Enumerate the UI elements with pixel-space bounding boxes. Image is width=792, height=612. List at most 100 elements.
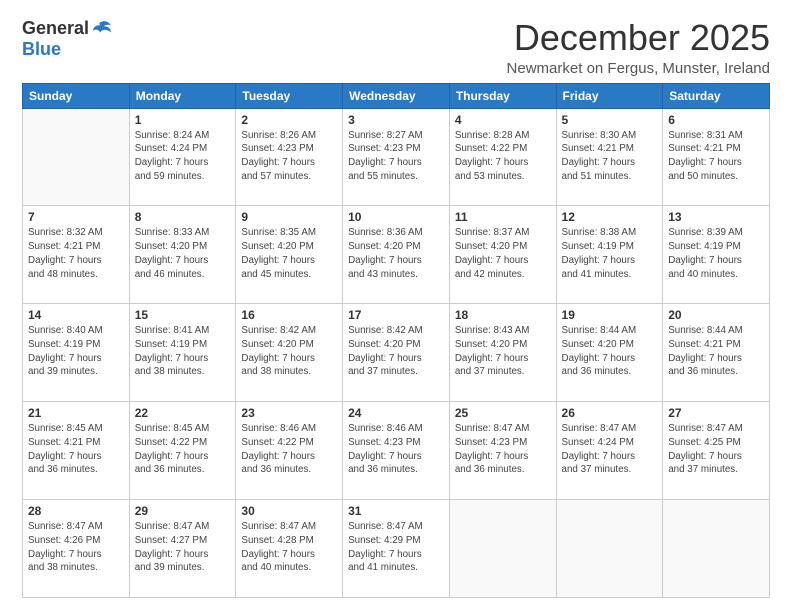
weekday-header-tuesday: Tuesday <box>236 83 343 108</box>
calendar-cell: 10 Sunrise: 8:36 AM Sunset: 4:20 PM Dayli… <box>343 206 450 304</box>
day-info: Sunrise: 8:27 AM Sunset: 4:23 PM Dayligh… <box>348 129 444 184</box>
day-info: Sunrise: 8:36 AM Sunset: 4:20 PM Dayligh… <box>348 226 444 281</box>
day-number: 23 <box>241 406 337 420</box>
weekday-header-friday: Friday <box>556 83 663 108</box>
calendar-week-row: 1 Sunrise: 8:24 AM Sunset: 4:24 PM Daylig… <box>23 108 770 206</box>
day-info: Sunrise: 8:46 AM Sunset: 4:22 PM Dayligh… <box>241 422 337 477</box>
day-number: 4 <box>455 113 551 127</box>
calendar-week-row: 14Sunrise: 8:40 AM Sunset: 4:19 PM Dayli… <box>23 304 770 402</box>
day-info: Sunrise: 8:47 AM Sunset: 4:23 PM Dayligh… <box>455 422 551 477</box>
month-title: December 2025 <box>507 18 770 58</box>
calendar-cell: 29Sunrise: 8:47 AM Sunset: 4:27 PM Dayli… <box>129 500 236 598</box>
day-number: 15 <box>135 308 231 322</box>
calendar-cell <box>23 108 130 206</box>
day-number: 27 <box>668 406 764 420</box>
day-number: 30 <box>241 504 337 518</box>
day-info: Sunrise: 8:28 AM Sunset: 4:22 PM Dayligh… <box>455 129 551 184</box>
day-number: 5 <box>562 113 658 127</box>
day-info: Sunrise: 8:47 AM Sunset: 4:29 PM Dayligh… <box>348 520 444 575</box>
calendar-cell: 4 Sunrise: 8:28 AM Sunset: 4:22 PM Daylig… <box>449 108 556 206</box>
day-number: 1 <box>135 113 231 127</box>
weekday-header-monday: Monday <box>129 83 236 108</box>
calendar-cell: 15 Sunrise: 8:41 AM Sunset: 4:19 PM Dayli… <box>129 304 236 402</box>
weekday-header-saturday: Saturday <box>663 83 770 108</box>
logo-general-text: General <box>22 18 89 39</box>
day-info: Sunrise: 8:37 AM Sunset: 4:20 PM Dayligh… <box>455 226 551 281</box>
calendar-cell: 22 Sunrise: 8:45 AM Sunset: 4:22 PM Dayli… <box>129 402 236 500</box>
calendar-cell: 13 Sunrise: 8:39 AM Sunset: 4:19 PM Dayli… <box>663 206 770 304</box>
day-number: 26 <box>562 406 658 420</box>
day-info: Sunrise: 8:35 AM Sunset: 4:20 PM Dayligh… <box>241 226 337 281</box>
day-info: Sunrise: 8:33 AM Sunset: 4:20 PM Dayligh… <box>135 226 231 281</box>
calendar-cell: 19 Sunrise: 8:44 AM Sunset: 4:20 PM Dayli… <box>556 304 663 402</box>
calendar-cell: 23 Sunrise: 8:46 AM Sunset: 4:22 PM Dayli… <box>236 402 343 500</box>
calendar-cell: 30 Sunrise: 8:47 AM Sunset: 4:28 PM Dayli… <box>236 500 343 598</box>
calendar-cell <box>449 500 556 598</box>
calendar-cell: 9 Sunrise: 8:35 AM Sunset: 4:20 PM Daylig… <box>236 206 343 304</box>
calendar-week-row: 28 Sunrise: 8:47 AM Sunset: 4:26 PM Dayli… <box>23 500 770 598</box>
day-info: Sunrise: 8:24 AM Sunset: 4:24 PM Dayligh… <box>135 129 231 184</box>
calendar-cell: 3 Sunrise: 8:27 AM Sunset: 4:23 PM Daylig… <box>343 108 450 206</box>
weekday-header-wednesday: Wednesday <box>343 83 450 108</box>
day-info: Sunrise: 8:47 AM Sunset: 4:26 PM Dayligh… <box>28 520 124 575</box>
day-number: 21 <box>28 406 124 420</box>
calendar-cell: 27 Sunrise: 8:47 AM Sunset: 4:25 PM Dayli… <box>663 402 770 500</box>
calendar-table: SundayMondayTuesdayWednesdayThursdayFrid… <box>22 83 770 598</box>
day-info: Sunrise: 8:47 AM Sunset: 4:25 PM Dayligh… <box>668 422 764 477</box>
calendar-cell: 24 Sunrise: 8:46 AM Sunset: 4:23 PM Dayli… <box>343 402 450 500</box>
header: General Blue December 2025 Newmarket on … <box>22 18 770 77</box>
day-number: 16 <box>241 308 337 322</box>
calendar-cell: 5 Sunrise: 8:30 AM Sunset: 4:21 PM Daylig… <box>556 108 663 206</box>
day-number: 18 <box>455 308 551 322</box>
day-info: Sunrise: 8:43 AM Sunset: 4:20 PM Dayligh… <box>455 324 551 379</box>
day-info: Sunrise: 8:40 AM Sunset: 4:19 PM Dayligh… <box>28 324 124 379</box>
calendar-week-row: 7Sunrise: 8:32 AM Sunset: 4:21 PM Daylig… <box>23 206 770 304</box>
day-number: 9 <box>241 210 337 224</box>
day-info: Sunrise: 8:45 AM Sunset: 4:21 PM Dayligh… <box>28 422 124 477</box>
weekday-header-thursday: Thursday <box>449 83 556 108</box>
day-info: Sunrise: 8:44 AM Sunset: 4:20 PM Dayligh… <box>562 324 658 379</box>
calendar-cell: 17 Sunrise: 8:42 AM Sunset: 4:20 PM Dayli… <box>343 304 450 402</box>
day-number: 10 <box>348 210 444 224</box>
day-info: Sunrise: 8:46 AM Sunset: 4:23 PM Dayligh… <box>348 422 444 477</box>
day-info: Sunrise: 8:31 AM Sunset: 4:21 PM Dayligh… <box>668 129 764 184</box>
day-info: Sunrise: 8:39 AM Sunset: 4:19 PM Dayligh… <box>668 226 764 281</box>
day-info: Sunrise: 8:30 AM Sunset: 4:21 PM Dayligh… <box>562 129 658 184</box>
day-number: 20 <box>668 308 764 322</box>
weekday-header-sunday: Sunday <box>23 83 130 108</box>
calendar-cell <box>663 500 770 598</box>
day-number: 22 <box>135 406 231 420</box>
calendar-cell: 1 Sunrise: 8:24 AM Sunset: 4:24 PM Daylig… <box>129 108 236 206</box>
calendar-cell: 31 Sunrise: 8:47 AM Sunset: 4:29 PM Dayli… <box>343 500 450 598</box>
day-info: Sunrise: 8:41 AM Sunset: 4:19 PM Dayligh… <box>135 324 231 379</box>
day-number: 29 <box>135 504 231 518</box>
calendar-cell: 26Sunrise: 8:47 AM Sunset: 4:24 PM Dayli… <box>556 402 663 500</box>
day-number: 17 <box>348 308 444 322</box>
day-info: Sunrise: 8:45 AM Sunset: 4:22 PM Dayligh… <box>135 422 231 477</box>
calendar-week-row: 21 Sunrise: 8:45 AM Sunset: 4:21 PM Dayli… <box>23 402 770 500</box>
calendar-cell: 11Sunrise: 8:37 AM Sunset: 4:20 PM Dayli… <box>449 206 556 304</box>
logo: General Blue <box>22 18 113 60</box>
calendar-cell: 16 Sunrise: 8:42 AM Sunset: 4:20 PM Dayli… <box>236 304 343 402</box>
weekday-header-row: SundayMondayTuesdayWednesdayThursdayFrid… <box>23 83 770 108</box>
day-info: Sunrise: 8:42 AM Sunset: 4:20 PM Dayligh… <box>241 324 337 379</box>
day-number: 25 <box>455 406 551 420</box>
day-number: 19 <box>562 308 658 322</box>
calendar-cell: 6Sunrise: 8:31 AM Sunset: 4:21 PM Daylig… <box>663 108 770 206</box>
calendar-cell: 12Sunrise: 8:38 AM Sunset: 4:19 PM Dayli… <box>556 206 663 304</box>
day-number: 24 <box>348 406 444 420</box>
day-number: 31 <box>348 504 444 518</box>
day-info: Sunrise: 8:26 AM Sunset: 4:23 PM Dayligh… <box>241 129 337 184</box>
day-number: 28 <box>28 504 124 518</box>
calendar-cell: 14Sunrise: 8:40 AM Sunset: 4:19 PM Dayli… <box>23 304 130 402</box>
day-number: 13 <box>668 210 764 224</box>
day-info: Sunrise: 8:42 AM Sunset: 4:20 PM Dayligh… <box>348 324 444 379</box>
day-number: 3 <box>348 113 444 127</box>
day-info: Sunrise: 8:47 AM Sunset: 4:28 PM Dayligh… <box>241 520 337 575</box>
calendar-cell <box>556 500 663 598</box>
calendar-cell: 7Sunrise: 8:32 AM Sunset: 4:21 PM Daylig… <box>23 206 130 304</box>
calendar-cell: 8Sunrise: 8:33 AM Sunset: 4:20 PM Daylig… <box>129 206 236 304</box>
day-number: 12 <box>562 210 658 224</box>
day-number: 7 <box>28 210 124 224</box>
page: General Blue December 2025 Newmarket on … <box>0 0 792 612</box>
